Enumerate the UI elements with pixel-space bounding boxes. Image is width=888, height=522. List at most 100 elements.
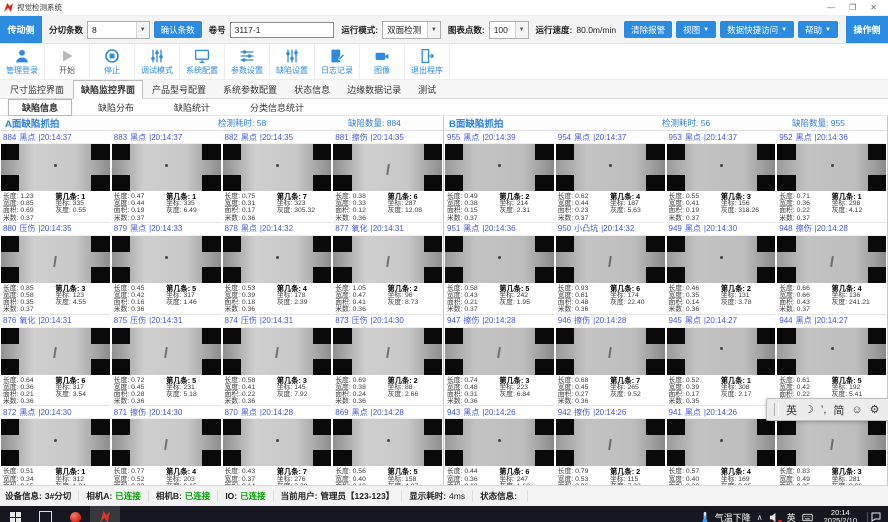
- help-menu-button[interactable]: 帮助▼: [798, 21, 838, 38]
- defect-thumbnail[interactable]: [445, 328, 554, 375]
- user-action-button[interactable]: 管理登录: [0, 44, 45, 79]
- defect-thumbnail[interactable]: [1, 144, 110, 191]
- defect-thumbnail[interactable]: [1, 236, 110, 283]
- data-quick-access-button[interactable]: 数据快捷访问▼: [720, 21, 794, 38]
- tab-边缘数据记录[interactable]: 边缘数据记录: [339, 80, 409, 98]
- play-action-button[interactable]: 开始: [45, 44, 90, 79]
- defect-cell[interactable]: 878 黑点 |20:14:32 长度: 0.53 宽度: 0.39 面积: 0…: [223, 223, 332, 315]
- defect-thumbnail[interactable]: [223, 236, 332, 283]
- ime-lang-cn[interactable]: 简: [833, 402, 844, 418]
- defect-cell[interactable]: 876 氧化 |20:14:31 长度: 0.64 宽度: 0.36 面积: 0…: [1, 315, 110, 407]
- tab-尺寸监控界面[interactable]: 尺寸监控界面: [2, 80, 72, 98]
- defect-thumbnail[interactable]: [556, 419, 665, 466]
- slit-count-select[interactable]: 8 ▼: [87, 21, 150, 39]
- keyboard-icon[interactable]: [802, 512, 814, 522]
- defect-thumbnail[interactable]: [445, 236, 554, 283]
- defect-thumbnail[interactable]: [333, 419, 442, 466]
- defect-thumbnail[interactable]: [556, 236, 665, 283]
- defect-thumbnail[interactable]: [445, 419, 554, 466]
- camera-action-button[interactable]: 图像: [360, 44, 405, 79]
- taskbar-app-browser[interactable]: [60, 506, 90, 522]
- defect-thumbnail[interactable]: [777, 419, 886, 466]
- defect-cell[interactable]: 884 黑点 |20:14:37 长度: 1.23 宽度: 0.85 面积: 0…: [1, 131, 110, 223]
- log-action-button[interactable]: 日志记录: [315, 44, 360, 79]
- language-indicator[interactable]: 英: [787, 511, 796, 522]
- defect-thumbnail[interactable]: [112, 419, 221, 466]
- tab-状态信息[interactable]: 状态信息: [286, 80, 338, 98]
- taskbar-app-detection[interactable]: [90, 506, 120, 522]
- defect-thumbnail[interactable]: [112, 236, 221, 283]
- defect-cell[interactable]: 942 擦伤 |20:14:26 长度: 0.79 宽度: 0.53 面积: 0…: [556, 406, 665, 485]
- close-button[interactable]: ✕: [863, 1, 884, 15]
- ime-smiley-icon[interactable]: ☺: [851, 404, 862, 416]
- defect-cell[interactable]: 948 擦伤 |20:14:28 长度: 0.66 宽度: 0.66 面积: 0…: [777, 223, 886, 315]
- stop-action-button[interactable]: 停止: [90, 44, 135, 79]
- start-button[interactable]: [0, 506, 30, 522]
- subtab-缺陷分布[interactable]: 缺陷分布: [84, 99, 148, 116]
- defect-thumbnail[interactable]: [223, 419, 332, 466]
- roll-number-input[interactable]: 3117-1: [230, 22, 335, 38]
- task-view-button[interactable]: [30, 506, 60, 522]
- defect-cell[interactable]: 870 黑点 |20:14:28 长度: 0.43 宽度: 0.37 面积: 0…: [223, 406, 332, 485]
- confirm-count-button[interactable]: 确认条数: [154, 21, 202, 38]
- operator-side-button[interactable]: 操作侧: [846, 16, 888, 43]
- clear-alarm-button[interactable]: 清除报警: [624, 21, 672, 38]
- tray-expand-icon[interactable]: ∧: [757, 513, 763, 522]
- defect-thumbnail[interactable]: [223, 328, 332, 375]
- run-mode-select[interactable]: 双面检测 ▼: [382, 21, 441, 39]
- defect-cell[interactable]: 873 压伤 |20:14:30 长度: 0.69 宽度: 0.38 面积: 0…: [333, 315, 442, 407]
- weather-text[interactable]: 气温下降: [715, 511, 751, 522]
- taskbar-clock[interactable]: 20:14 2025/2/10: [820, 509, 861, 522]
- defect-cell[interactable]: 943 黑点 |20:14:26 长度: 0.44 宽度: 0.36 面积: 0…: [445, 406, 554, 485]
- defect-cell[interactable]: 951 黑点 |20:14:36 长度: 0.58 宽度: 0.43 面积: 0…: [445, 223, 554, 315]
- defect-thumbnail[interactable]: [333, 328, 442, 375]
- chart-points-select[interactable]: 100 ▼: [489, 21, 529, 39]
- defect-cell[interactable]: 946 擦伤 |20:14:28 长度: 0.68 宽度: 0.45 面积: 0…: [556, 315, 665, 407]
- volume-icon[interactable]: [769, 512, 781, 522]
- ime-gear-icon[interactable]: ⚙: [870, 403, 880, 416]
- defect-cell[interactable]: 871 擦伤 |20:14:30 长度: 0.77 宽度: 0.52 面积: 0…: [112, 406, 221, 485]
- defect-cell[interactable]: 881 擦伤 |20:14:35 长度: 0.38 宽度: 0.33 面积: 0…: [333, 131, 442, 223]
- defect-cell[interactable]: 882 黑点 |20:14:35 长度: 0.75 宽度: 0.31 面积: 0…: [223, 131, 332, 223]
- defect-thumbnail[interactable]: [777, 328, 886, 375]
- defect-cell[interactable]: 877 氧化 |20:14:31 长度: 1.05 宽度: 0.47 面积: 0…: [333, 223, 442, 315]
- defect-thumbnail[interactable]: [556, 328, 665, 375]
- defect-thumbnail[interactable]: [777, 236, 886, 283]
- defect-thumbnail[interactable]: [333, 144, 442, 191]
- defect-thumbnail[interactable]: [667, 419, 776, 466]
- defect-cell[interactable]: 879 黑点 |20:14:33 长度: 0.45 宽度: 0.42 面积: 0…: [112, 223, 221, 315]
- drive-side-button[interactable]: 传动侧: [0, 16, 42, 43]
- defect-cell[interactable]: 950 小凸坑 |20:14:32 长度: 0.93 宽度: 0.61 面积: …: [556, 223, 665, 315]
- defect-cell[interactable]: 941 黑点 |20:14:26 长度: 0.57 宽度: 0.40 面积: 0…: [667, 406, 776, 485]
- defect-thumbnail[interactable]: [223, 144, 332, 191]
- subtab-分类信息统计[interactable]: 分类信息统计: [236, 99, 318, 116]
- defect-thumbnail[interactable]: [333, 236, 442, 283]
- defect-cell[interactable]: 944 黑点 |20:14:27 长度: 0.61 宽度: 0.42 面积: 0…: [777, 315, 886, 407]
- defect-cell[interactable]: 875 压伤 |20:14:31 长度: 0.72 宽度: 0.45 面积: 0…: [112, 315, 221, 407]
- defect-thumbnail[interactable]: [445, 144, 554, 191]
- defect-thumbnail[interactable]: [112, 328, 221, 375]
- maximize-button[interactable]: ❐: [842, 1, 863, 15]
- defect-cell[interactable]: 952 黑点 |20:14:36 长度: 0.71 宽度: 0.36 面积: 0…: [777, 131, 886, 223]
- defect-thumbnail[interactable]: [112, 144, 221, 191]
- tab-产品型号配置[interactable]: 产品型号配置: [144, 80, 214, 98]
- defect-cell[interactable]: 945 黑点 |20:14:27 长度: 0.52 宽度: 0.39 面积: 0…: [667, 315, 776, 407]
- defect-cell[interactable]: 883 黑点 |20:14:37 长度: 0.47 宽度: 0.44 面积: 0…: [112, 131, 221, 223]
- exit-action-button[interactable]: 退出程序: [405, 44, 450, 79]
- defect-cell[interactable]: 955 黑点 |20:14:39 长度: 0.49 宽度: 0.38 面积: 0…: [445, 131, 554, 223]
- vsliders-action-button[interactable]: 缺陷设置: [270, 44, 315, 79]
- defect-thumbnail[interactable]: [1, 328, 110, 375]
- defect-cell[interactable]: 954 黑点 |20:14:37 长度: 0.62 宽度: 0.44 面积: 0…: [556, 131, 665, 223]
- ime-moon-icon[interactable]: ☽: [804, 403, 814, 416]
- ime-grip[interactable]: [774, 403, 779, 416]
- hsliders-action-button[interactable]: 参数设置: [225, 44, 270, 79]
- defect-thumbnail[interactable]: [556, 144, 665, 191]
- action-center-button[interactable]: [867, 512, 884, 522]
- defect-thumbnail[interactable]: [667, 328, 776, 375]
- defect-thumbnail[interactable]: [777, 144, 886, 191]
- defect-cell[interactable]: 949 黑点 |20:14:30 长度: 0.46 宽度: 0.35 面积: 0…: [667, 223, 776, 315]
- defect-thumbnail[interactable]: [667, 236, 776, 283]
- tab-测试[interactable]: 测试: [410, 80, 444, 98]
- tab-系统参数配置[interactable]: 系统参数配置: [215, 80, 285, 98]
- tab-缺陷监控界面[interactable]: 缺陷监控界面: [73, 80, 143, 99]
